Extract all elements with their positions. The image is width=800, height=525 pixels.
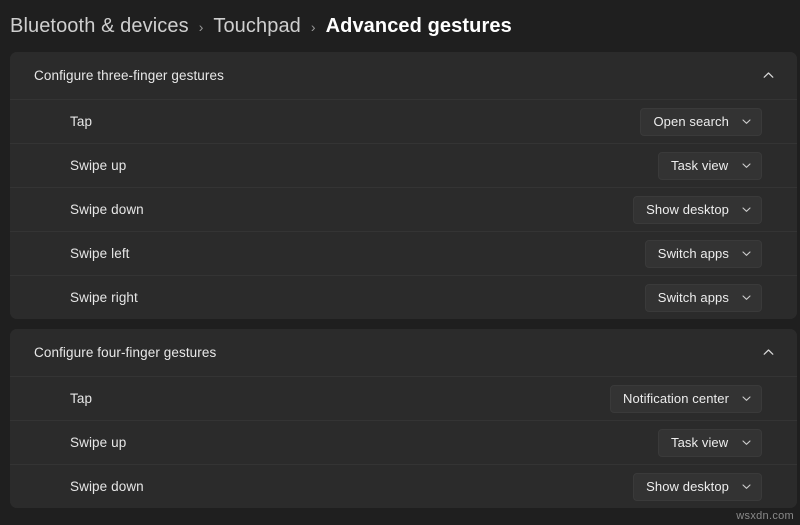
table-row: Swipe down Show desktop: [10, 187, 797, 231]
gesture-label: Swipe up: [70, 435, 127, 450]
table-row: Swipe right Switch apps: [10, 275, 797, 319]
table-row: Swipe up Task view: [10, 143, 797, 187]
chevron-down-icon: [739, 159, 753, 173]
gesture-action-dropdown[interactable]: Notification center: [610, 384, 762, 413]
watermark: wsxdn.com: [736, 510, 794, 522]
chevron-down-icon: [739, 392, 753, 406]
chevron-up-icon[interactable]: [755, 340, 781, 366]
gesture-action-dropdown[interactable]: Switch apps: [644, 239, 762, 268]
breadcrumb-item-bluetooth-devices[interactable]: Bluetooth & devices: [10, 15, 189, 38]
breadcrumb-item-touchpad[interactable]: Touchpad: [213, 15, 301, 38]
dropdown-selected-value: Switch apps: [657, 246, 729, 261]
breadcrumb: Bluetooth & devices › Touchpad › Advance…: [0, 0, 800, 52]
dropdown-selected-value: Switch apps: [657, 290, 729, 305]
dropdown-selected-value: Show desktop: [646, 479, 729, 494]
section-header-three-finger-gestures[interactable]: Configure three-finger gestures: [10, 52, 797, 99]
gesture-action-dropdown[interactable]: Show desktop: [633, 472, 762, 501]
gesture-label: Swipe down: [70, 202, 144, 217]
table-row: Tap Notification center: [10, 376, 797, 420]
dropdown-selected-value: Notification center: [623, 391, 729, 406]
gesture-action-dropdown[interactable]: Switch apps: [644, 283, 762, 312]
dropdown-selected-value: Show desktop: [646, 202, 729, 217]
gesture-label: Swipe up: [70, 158, 127, 173]
gesture-label: Swipe down: [70, 479, 144, 494]
settings-page: Bluetooth & devices › Touchpad › Advance…: [0, 0, 800, 525]
breadcrumb-separator-icon: ›: [198, 19, 204, 35]
chevron-down-icon: [739, 203, 753, 217]
chevron-down-icon: [739, 436, 753, 450]
breadcrumb-separator-icon: ›: [310, 19, 316, 35]
gesture-label: Tap: [70, 114, 93, 129]
chevron-down-icon: [739, 480, 753, 494]
chevron-down-icon: [739, 247, 753, 261]
chevron-down-icon: [739, 291, 753, 305]
gesture-label: Tap: [70, 391, 93, 406]
chevron-down-icon: [739, 115, 753, 129]
table-row: Swipe up Task view: [10, 420, 797, 464]
dropdown-selected-value: Open search: [653, 114, 729, 129]
gesture-action-dropdown[interactable]: Task view: [658, 428, 762, 457]
section-three-finger-gestures: Configure three-finger gestures Tap Open…: [10, 52, 797, 319]
section-header-four-finger-gestures[interactable]: Configure four-finger gestures: [10, 329, 797, 376]
section-title: Configure three-finger gestures: [34, 68, 224, 83]
table-row: Swipe down Show desktop: [10, 464, 797, 508]
page-title: Advanced gestures: [325, 14, 512, 37]
section-four-finger-gestures: Configure four-finger gestures Tap Notif…: [10, 329, 797, 508]
table-row: Tap Open search: [10, 99, 797, 143]
gesture-label: Swipe right: [70, 290, 138, 305]
dropdown-selected-value: Task view: [671, 435, 729, 450]
chevron-up-icon[interactable]: [755, 63, 781, 89]
gesture-label: Swipe left: [70, 246, 130, 261]
table-row: Swipe left Switch apps: [10, 231, 797, 275]
gesture-action-dropdown[interactable]: Show desktop: [633, 195, 762, 224]
dropdown-selected-value: Task view: [671, 158, 729, 173]
section-title: Configure four-finger gestures: [34, 345, 217, 360]
gesture-action-dropdown[interactable]: Open search: [640, 107, 762, 136]
gesture-action-dropdown[interactable]: Task view: [658, 151, 762, 180]
